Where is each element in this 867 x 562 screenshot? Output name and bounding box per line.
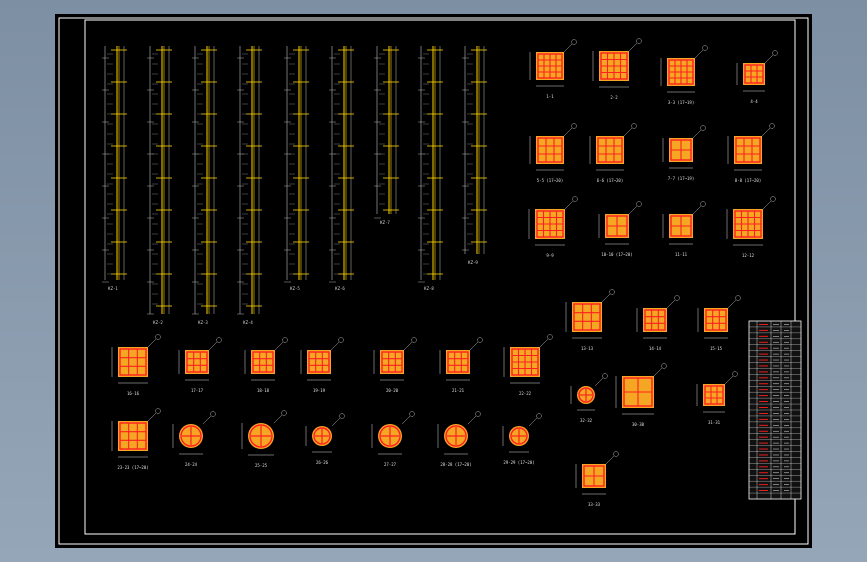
section-label: 27-27	[384, 462, 397, 467]
section-label: 4-4	[750, 99, 758, 104]
column-section: 27-27	[371, 411, 415, 467]
cad-viewport[interactable]: KZ-1 KZ-2 KZ-3 KZ-4 KZ-5 KZ-6 KZ-7 KZ-8 KZ-9 1-1…	[0, 0, 867, 562]
column-elevation: KZ-6	[329, 46, 354, 291]
section-label: 11-11	[675, 252, 688, 257]
elevation-label: KZ-7	[380, 220, 390, 225]
column-section: 17-17	[178, 337, 222, 393]
column-section: 6-6 (17~20)	[589, 123, 637, 183]
section-label: 16-16	[127, 391, 140, 396]
section-label: 26-26	[316, 460, 329, 465]
section-label: 8-8 (17~20)	[735, 178, 762, 183]
drawing-sheet: KZ-1 KZ-2 KZ-3 KZ-4 KZ-5 KZ-6 KZ-7 KZ-8 KZ-9 1-1…	[55, 14, 812, 548]
column-section: 18-18	[244, 337, 288, 393]
column-section: 23-23 (17~20)	[111, 408, 161, 470]
column-elevation: KZ-4	[237, 46, 262, 325]
section-label: 18-18	[257, 388, 270, 393]
column-elevation: KZ-1	[102, 46, 127, 291]
column-section: 33-33	[575, 451, 619, 507]
section-label: 30-30	[632, 422, 645, 427]
column-section: 19-19	[300, 337, 344, 393]
column-section: 10-10 (17~20)	[598, 201, 642, 257]
section-label: 13-13	[581, 346, 594, 351]
column-section: 30-30	[615, 363, 667, 427]
elevation-label: KZ-2	[153, 320, 163, 325]
column-elevation: KZ-3	[192, 46, 217, 325]
section-label: 29-29 (17~20)	[503, 460, 534, 465]
section-label: 19-19	[313, 388, 326, 393]
section-label: 32-32	[580, 418, 593, 423]
column-section: 20-20	[373, 337, 417, 393]
column-sections: 1-1 2-2 3-3 (17~19) 4-4 5-5 (17~20) 6-6 (17~2…	[111, 38, 778, 507]
column-section: 13-13	[565, 289, 615, 351]
column-section: 22-22	[503, 334, 553, 396]
section-label: 25-25	[255, 463, 268, 468]
section-label: 1-1	[546, 94, 554, 99]
column-section: 15-15	[697, 295, 741, 351]
column-section: 32-32	[570, 373, 608, 423]
section-label: 10-10 (17~20)	[601, 252, 632, 257]
column-section: 31-31	[696, 371, 738, 425]
column-section: 1-1	[529, 39, 577, 99]
elevation-label: KZ-9	[468, 260, 478, 265]
section-label: 23-23 (17~20)	[117, 465, 148, 470]
elevation-label: KZ-1	[108, 286, 118, 291]
column-elevation: KZ-5	[284, 46, 309, 291]
column-elevation: KZ-2	[147, 46, 172, 325]
section-label: 6-6 (17~20)	[597, 178, 624, 183]
section-label: 22-22	[519, 391, 532, 396]
column-section: 9-9	[528, 196, 578, 258]
column-section: 12-12	[726, 196, 776, 258]
column-elevations: KZ-1 KZ-2 KZ-3 KZ-4 KZ-5 KZ-6 KZ-7 KZ-8 KZ-9	[102, 46, 487, 325]
drawing-canvas[interactable]: KZ-1 KZ-2 KZ-3 KZ-4 KZ-5 KZ-6 KZ-7 KZ-8 KZ-9 1-1…	[55, 14, 812, 548]
section-label: 14-14	[649, 346, 662, 351]
column-elevation: KZ-8	[418, 46, 443, 291]
section-label: 33-33	[588, 502, 601, 507]
column-section: 5-5 (17~20)	[529, 123, 577, 183]
section-label: 5-5 (17~20)	[537, 178, 564, 183]
elevation-label: KZ-5	[290, 286, 300, 291]
column-section: 2-2	[592, 38, 642, 100]
elevation-label: KZ-8	[424, 286, 434, 291]
column-section: 25-25	[241, 410, 287, 468]
section-label: 20-20	[386, 388, 399, 393]
column-section: 11-11	[662, 201, 706, 257]
section-label: 28-28 (17~20)	[440, 462, 471, 467]
column-section: 3-3 (17~19)	[660, 45, 708, 105]
section-label: 15-15	[710, 346, 723, 351]
column-section: 26-26	[305, 413, 345, 465]
column-section: 8-8 (17~20)	[727, 123, 775, 183]
column-section: 4-4	[736, 50, 778, 104]
rebar-schedule-table	[748, 320, 802, 500]
section-label: 9-9	[546, 253, 554, 258]
section-label: 21-21	[452, 388, 465, 393]
column-section: 29-29 (17~20)	[502, 413, 542, 465]
column-section: 14-14	[636, 295, 680, 351]
elevation-label: KZ-4	[243, 320, 253, 325]
column-elevation: KZ-9	[462, 46, 487, 265]
section-label: 17-17	[191, 388, 204, 393]
column-section: 16-16	[111, 334, 161, 396]
elevation-label: KZ-6	[335, 286, 345, 291]
section-label: 2-2	[610, 95, 618, 100]
column-elevation: KZ-7	[374, 46, 399, 225]
column-section: 24-24	[172, 411, 216, 467]
column-section: 21-21	[439, 337, 483, 393]
section-label: 12-12	[742, 253, 755, 258]
column-section: 28-28 (17~20)	[437, 411, 481, 467]
section-label: 7-7 (17~19)	[668, 176, 695, 181]
section-label: 24-24	[185, 462, 198, 467]
section-label: 31-31	[708, 420, 721, 425]
elevation-label: KZ-3	[198, 320, 208, 325]
column-section: 7-7 (17~19)	[662, 125, 706, 181]
section-label: 3-3 (17~19)	[668, 100, 695, 105]
